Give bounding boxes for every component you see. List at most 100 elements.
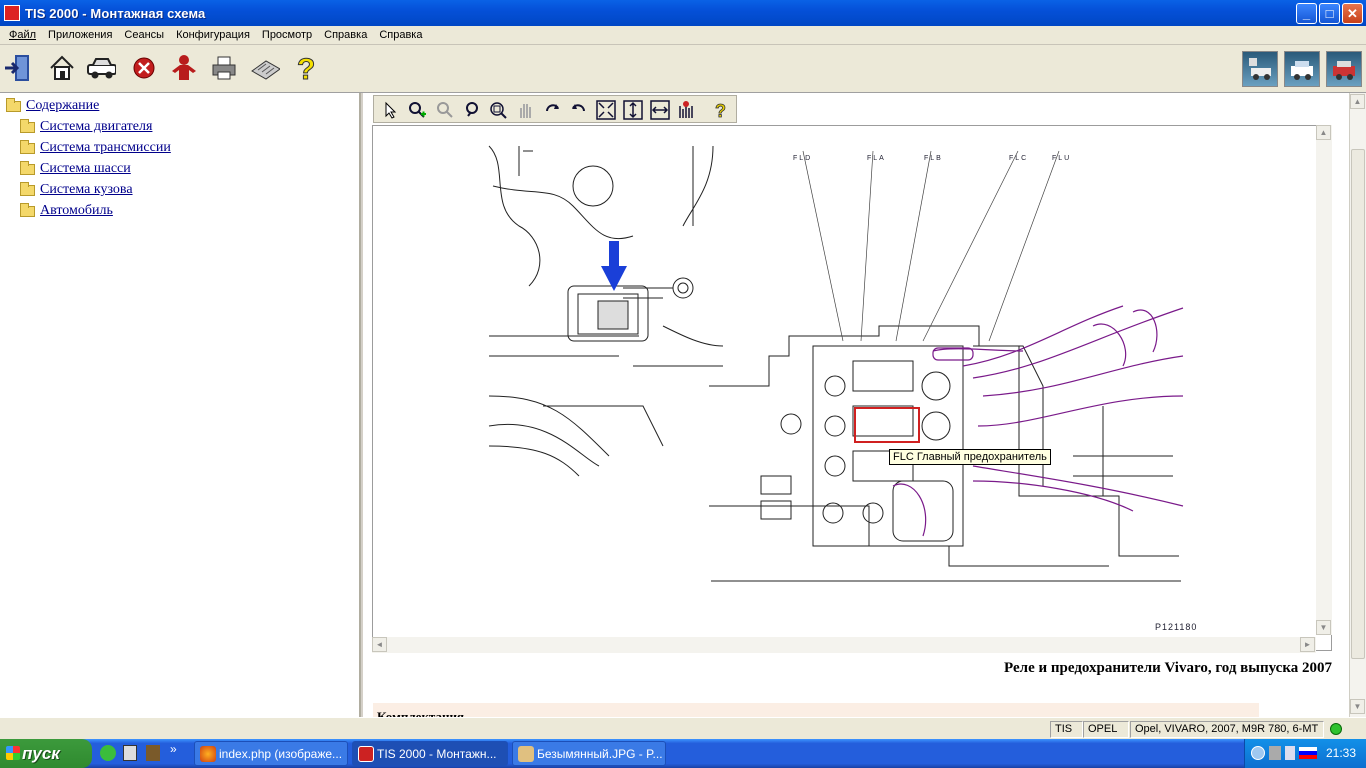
diagram-vscroll[interactable]: ▲ ▼ (1316, 125, 1332, 635)
scroll-down-icon[interactable]: ▼ (1316, 620, 1331, 635)
status-vehicle: Opel, VIVARO, 2007, M9R 780, 6-MT (1130, 721, 1324, 738)
task-tis2000[interactable]: TIS 2000 - Монтажн... (352, 741, 508, 766)
main-toolbar: ? (0, 45, 1366, 93)
tree-item-body[interactable]: Система кузова (20, 181, 133, 198)
tray-network-icon[interactable] (1269, 746, 1281, 760)
rotate-ccw-icon[interactable] (567, 99, 589, 121)
menu-help-2[interactable]: Справка (373, 29, 428, 41)
system-tray: 21:33 (1244, 739, 1366, 768)
tree-item-label: Система двигателя (40, 119, 153, 134)
home-icon[interactable] (47, 53, 77, 83)
scroll-left-icon[interactable]: ◄ (372, 637, 387, 652)
maximize-button[interactable]: □ (1319, 3, 1340, 24)
measure-icon[interactable] (676, 99, 698, 121)
folder-icon (20, 139, 35, 154)
quicklaunch-icon[interactable] (123, 745, 137, 761)
tis-icon (358, 746, 374, 762)
zoom-out-icon[interactable] (434, 99, 456, 121)
stop-icon[interactable] (129, 53, 159, 83)
zoom-in-icon[interactable] (406, 99, 428, 121)
app-shortcut-2-icon[interactable] (1284, 51, 1320, 87)
fuse-tooltip: FLC Главный предохранитель (889, 449, 1051, 465)
menu-view[interactable]: Просмотр (256, 29, 318, 41)
tree-root-label: Содержание (26, 98, 100, 113)
equipment-heading: Комплектация (377, 709, 464, 717)
task-browser[interactable]: index.php (изображе... (194, 741, 348, 766)
quicklaunch-icon[interactable] (100, 745, 116, 761)
task-paint[interactable]: Безымянный.JPG - P... (512, 741, 666, 766)
fuse-label-flu: FLU (1052, 155, 1071, 162)
diagram-hscroll[interactable]: ◄ ► (372, 637, 1316, 653)
viewer-help-icon[interactable]: ? (710, 99, 732, 121)
minimize-button[interactable]: _ (1296, 3, 1317, 24)
menu-applications[interactable]: Приложения (42, 29, 118, 41)
tray-volume-icon[interactable] (1285, 746, 1295, 760)
menu-help[interactable]: Справка (318, 29, 373, 41)
tray-language-icon[interactable] (1299, 747, 1317, 759)
taskbar: пуск » index.php (изображе... TIS 2000 -… (0, 739, 1366, 768)
folder-icon (20, 181, 35, 196)
scroll-up-icon[interactable]: ▲ (1316, 125, 1331, 140)
tree-item-transmission[interactable]: Система трансмиссии (20, 139, 171, 156)
help-icon[interactable]: ? (291, 53, 321, 85)
svg-text:?: ? (297, 53, 315, 84)
firefox-icon (200, 746, 216, 762)
tree-item-engine[interactable]: Система двигателя (20, 118, 153, 135)
zoom-icon[interactable] (462, 99, 484, 121)
task-label: Безымянный.JPG - P... (537, 746, 663, 761)
quicklaunch-icon[interactable] (146, 745, 160, 761)
tree-item-vehicle[interactable]: Автомобиль (20, 202, 113, 219)
tree-root[interactable]: Содержание (6, 97, 100, 114)
zoom-window-icon[interactable] (487, 99, 509, 121)
tree-item-label: Система кузова (40, 182, 133, 197)
diagram-caption: Реле и предохранители Vivaro, год выпуск… (1004, 660, 1332, 676)
window-title: TIS 2000 - Монтажная схема (25, 5, 206, 21)
app-shortcut-3-icon[interactable] (1326, 51, 1362, 87)
status-bar: TIS OPEL Opel, VIVARO, 2007, M9R 780, 6-… (0, 717, 1366, 739)
navigation-tree: Содержание Система двигателя Система тра… (0, 93, 361, 717)
folder-icon (20, 118, 35, 133)
printer-icon[interactable] (209, 53, 239, 83)
fuse-label-fla: FLA (867, 155, 886, 162)
fit-page-icon[interactable] (595, 99, 617, 121)
pointer-icon[interactable] (380, 99, 402, 121)
app-icon (4, 5, 20, 21)
paint-icon (518, 746, 534, 762)
menu-bar: Файл Приложения Сеансы Конфигурация Прос… (0, 26, 1366, 45)
viewer-toolbar: ? (373, 95, 737, 123)
user-icon[interactable] (168, 53, 198, 83)
menu-configuration[interactable]: Конфигурация (170, 29, 256, 41)
menu-sessions[interactable]: Сеансы (118, 29, 170, 41)
folder-icon (20, 202, 35, 217)
exit-icon[interactable] (3, 53, 33, 83)
tray-expand-icon[interactable] (1251, 746, 1265, 760)
title-bar: TIS 2000 - Монтажная схема _ □ ✕ (0, 0, 1366, 26)
scroll-right-icon[interactable]: ► (1300, 637, 1315, 652)
picture-number: P121180 (1155, 622, 1198, 632)
menu-file[interactable]: Файл (3, 29, 42, 41)
page-scroll-up-icon[interactable]: ▲ (1350, 94, 1365, 109)
rotate-cw-icon[interactable] (542, 99, 564, 121)
vehicle-icon[interactable] (86, 53, 116, 83)
close-button[interactable]: ✕ (1342, 3, 1363, 24)
fuse-label-fld: FLD (793, 155, 812, 162)
folder-icon (20, 160, 35, 175)
pan-hand-icon[interactable] (514, 99, 536, 121)
keyboard-icon[interactable] (250, 53, 280, 83)
online-status-icon (1330, 723, 1342, 735)
page-vscroll[interactable]: ▲ ▼ (1349, 93, 1366, 717)
tree-item-chassis[interactable]: Система шасси (20, 160, 131, 177)
equipment-panel: Комплектация (373, 703, 1259, 717)
task-label: TIS 2000 - Монтажн... (377, 746, 497, 761)
flc-highlight[interactable] (854, 407, 920, 443)
fit-height-icon[interactable] (622, 99, 644, 121)
app-shortcut-1-icon[interactable] (1242, 51, 1278, 87)
start-button[interactable]: пуск (0, 739, 92, 768)
wiring-diagram[interactable]: FLD FLA FLB FLC FLU (372, 125, 1332, 651)
status-brand: OPEL (1083, 721, 1129, 738)
quicklaunch-more-icon[interactable]: » (170, 742, 177, 756)
tree-item-label: Система шасси (40, 161, 131, 176)
page-scroll-down-icon[interactable]: ▼ (1350, 699, 1365, 714)
page-scroll-thumb[interactable] (1351, 149, 1365, 659)
fit-width-icon[interactable] (649, 99, 671, 121)
